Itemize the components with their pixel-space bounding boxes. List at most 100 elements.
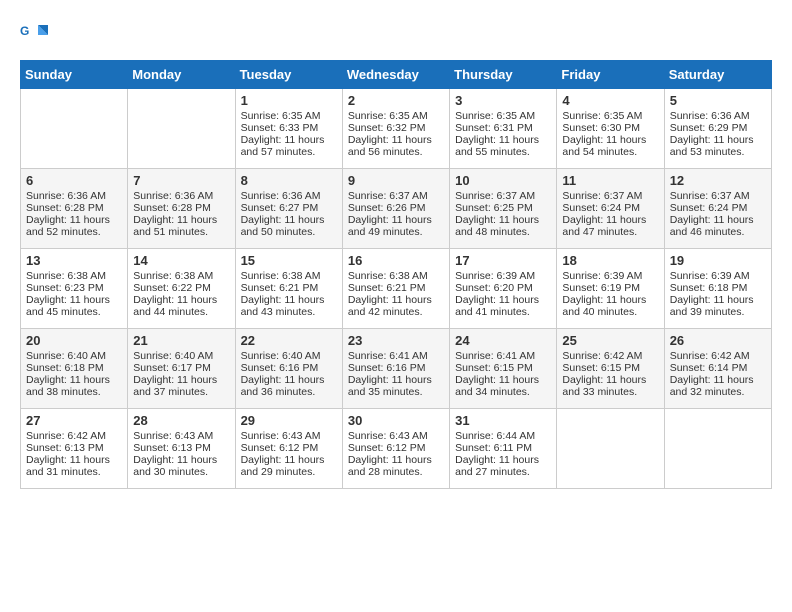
day-info: Daylight: 11 hours [241,454,337,466]
day-info: Daylight: 11 hours [670,214,766,226]
day-info: Daylight: 11 hours [241,294,337,306]
day-info: Sunset: 6:30 PM [562,122,658,134]
day-info: Daylight: 11 hours [133,294,229,306]
day-info: Daylight: 11 hours [670,374,766,386]
day-info: and 29 minutes. [241,466,337,478]
day-info: Sunrise: 6:44 AM [455,430,551,442]
day-info: Sunrise: 6:42 AM [562,350,658,362]
day-info: Sunset: 6:14 PM [670,362,766,374]
day-info: Sunrise: 6:38 AM [241,270,337,282]
day-info: Daylight: 11 hours [455,374,551,386]
day-info: and 33 minutes. [562,386,658,398]
day-info: Sunset: 6:23 PM [26,282,122,294]
day-info: and 34 minutes. [455,386,551,398]
calendar-week-row: 27Sunrise: 6:42 AMSunset: 6:13 PMDayligh… [21,409,772,489]
day-info: Sunrise: 6:37 AM [348,190,444,202]
calendar-table: SundayMondayTuesdayWednesdayThursdayFrid… [20,60,772,489]
day-info: and 37 minutes. [133,386,229,398]
day-info: Sunset: 6:12 PM [348,442,444,454]
day-info: Daylight: 11 hours [348,374,444,386]
day-info: Daylight: 11 hours [455,214,551,226]
calendar-cell: 5Sunrise: 6:36 AMSunset: 6:29 PMDaylight… [664,89,771,169]
calendar-cell: 9Sunrise: 6:37 AMSunset: 6:26 PMDaylight… [342,169,449,249]
calendar-day-header: Tuesday [235,61,342,89]
day-info: Sunrise: 6:43 AM [241,430,337,442]
day-number: 14 [133,253,229,268]
day-info: and 54 minutes. [562,146,658,158]
logo: G [20,20,54,50]
day-info: and 42 minutes. [348,306,444,318]
calendar-cell: 27Sunrise: 6:42 AMSunset: 6:13 PMDayligh… [21,409,128,489]
calendar-cell: 6Sunrise: 6:36 AMSunset: 6:28 PMDaylight… [21,169,128,249]
day-info: and 50 minutes. [241,226,337,238]
day-info: Sunrise: 6:36 AM [241,190,337,202]
calendar-cell: 17Sunrise: 6:39 AMSunset: 6:20 PMDayligh… [450,249,557,329]
day-info: Sunset: 6:18 PM [26,362,122,374]
day-info: Daylight: 11 hours [455,454,551,466]
day-info: Daylight: 11 hours [348,214,444,226]
calendar-cell: 4Sunrise: 6:35 AMSunset: 6:30 PMDaylight… [557,89,664,169]
calendar-cell [128,89,235,169]
day-info: Sunrise: 6:35 AM [455,110,551,122]
calendar-cell: 2Sunrise: 6:35 AMSunset: 6:32 PMDaylight… [342,89,449,169]
day-info: Sunset: 6:15 PM [562,362,658,374]
day-info: Daylight: 11 hours [241,374,337,386]
calendar-cell: 31Sunrise: 6:44 AMSunset: 6:11 PMDayligh… [450,409,557,489]
day-info: Sunrise: 6:40 AM [26,350,122,362]
day-number: 5 [670,93,766,108]
day-info: Sunset: 6:28 PM [26,202,122,214]
day-info: Daylight: 11 hours [562,134,658,146]
day-info: and 46 minutes. [670,226,766,238]
calendar-cell: 11Sunrise: 6:37 AMSunset: 6:24 PMDayligh… [557,169,664,249]
calendar-cell: 8Sunrise: 6:36 AMSunset: 6:27 PMDaylight… [235,169,342,249]
calendar-cell: 16Sunrise: 6:38 AMSunset: 6:21 PMDayligh… [342,249,449,329]
day-info: and 56 minutes. [348,146,444,158]
day-info: Sunset: 6:33 PM [241,122,337,134]
calendar-week-row: 6Sunrise: 6:36 AMSunset: 6:28 PMDaylight… [21,169,772,249]
day-info: Sunrise: 6:35 AM [241,110,337,122]
day-number: 15 [241,253,337,268]
day-info: and 57 minutes. [241,146,337,158]
day-info: Sunrise: 6:36 AM [133,190,229,202]
day-info: and 38 minutes. [26,386,122,398]
day-info: Sunrise: 6:42 AM [26,430,122,442]
calendar-cell: 1Sunrise: 6:35 AMSunset: 6:33 PMDaylight… [235,89,342,169]
day-number: 8 [241,173,337,188]
day-info: Sunset: 6:18 PM [670,282,766,294]
day-info: Sunset: 6:27 PM [241,202,337,214]
day-info: Sunrise: 6:37 AM [670,190,766,202]
calendar-cell: 10Sunrise: 6:37 AMSunset: 6:25 PMDayligh… [450,169,557,249]
day-info: and 49 minutes. [348,226,444,238]
calendar-cell: 24Sunrise: 6:41 AMSunset: 6:15 PMDayligh… [450,329,557,409]
svg-text:G: G [20,24,29,38]
day-number: 18 [562,253,658,268]
day-info: and 45 minutes. [26,306,122,318]
day-info: Sunset: 6:32 PM [348,122,444,134]
day-number: 24 [455,333,551,348]
calendar-cell: 23Sunrise: 6:41 AMSunset: 6:16 PMDayligh… [342,329,449,409]
day-info: Sunset: 6:21 PM [348,282,444,294]
calendar-cell [664,409,771,489]
day-number: 11 [562,173,658,188]
calendar-cell [557,409,664,489]
day-info: Daylight: 11 hours [348,134,444,146]
day-info: Sunset: 6:11 PM [455,442,551,454]
day-info: Sunset: 6:12 PM [241,442,337,454]
day-info: Sunset: 6:17 PM [133,362,229,374]
calendar-day-header: Monday [128,61,235,89]
day-number: 1 [241,93,337,108]
calendar-week-row: 20Sunrise: 6:40 AMSunset: 6:18 PMDayligh… [21,329,772,409]
calendar-week-row: 1Sunrise: 6:35 AMSunset: 6:33 PMDaylight… [21,89,772,169]
day-info: Sunset: 6:24 PM [562,202,658,214]
day-info: Sunrise: 6:43 AM [133,430,229,442]
day-info: Daylight: 11 hours [26,454,122,466]
day-number: 12 [670,173,766,188]
day-number: 3 [455,93,551,108]
calendar-cell: 30Sunrise: 6:43 AMSunset: 6:12 PMDayligh… [342,409,449,489]
page-header: G [20,20,772,50]
day-info: Sunset: 6:16 PM [348,362,444,374]
day-number: 26 [670,333,766,348]
day-info: Daylight: 11 hours [133,454,229,466]
day-info: Sunrise: 6:35 AM [348,110,444,122]
day-info: Daylight: 11 hours [26,374,122,386]
